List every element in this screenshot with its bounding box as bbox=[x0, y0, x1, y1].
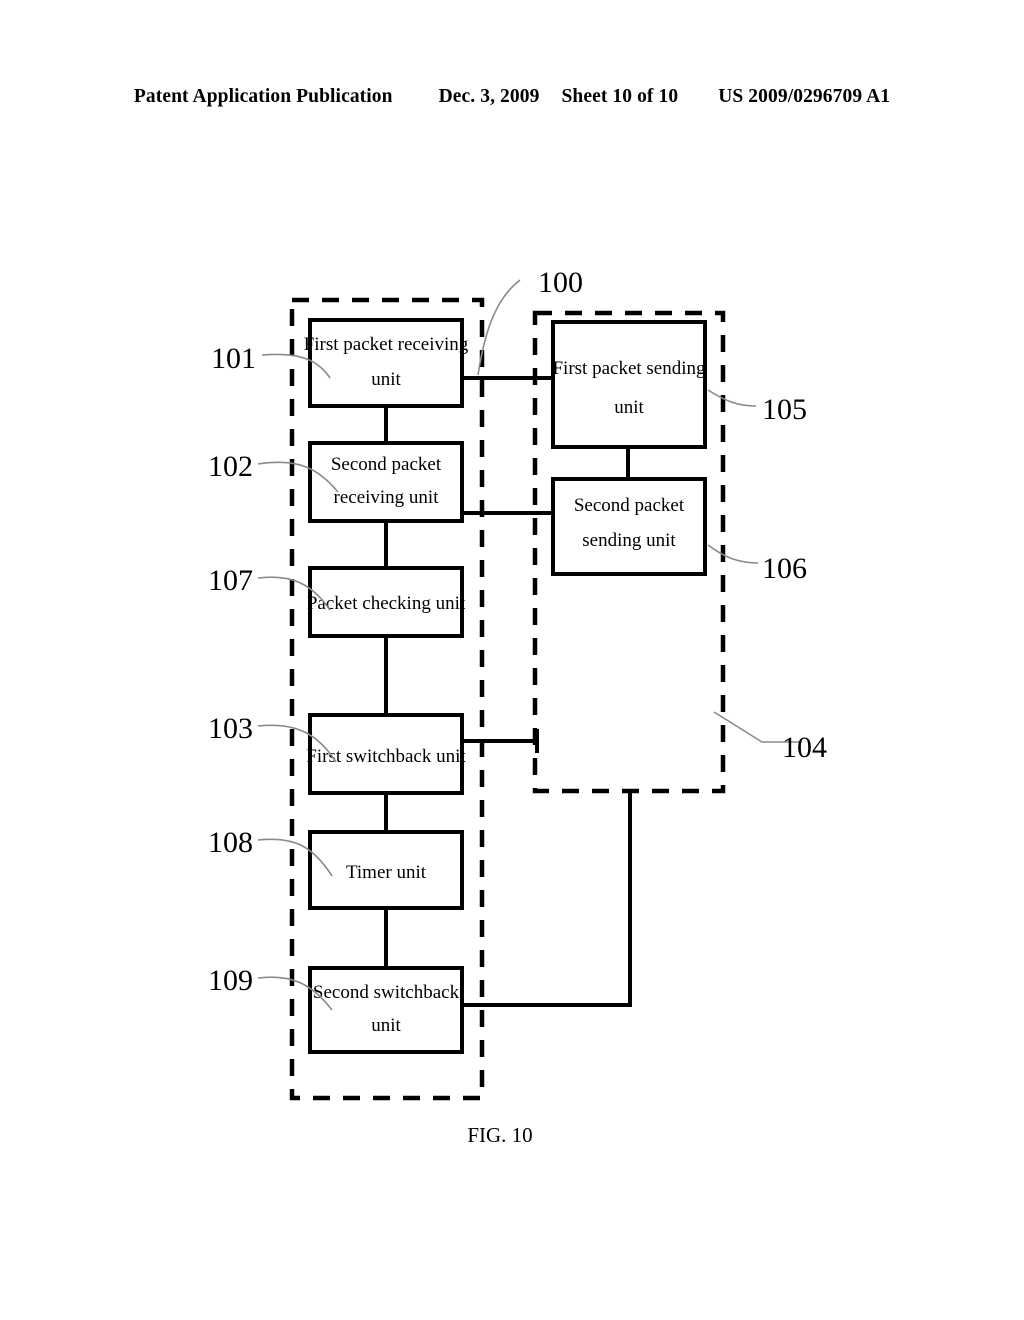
block-box-109 bbox=[308, 966, 464, 1054]
block-diagram: First packet receiving unit Second packe… bbox=[208, 266, 827, 1147]
patent-page: Patent Application Publication Dec. 3, 2… bbox=[0, 0, 1024, 1320]
ref-numeral-103: 103 bbox=[208, 712, 253, 745]
leader-line-106 bbox=[707, 544, 759, 564]
ref-numeral-101: 101 bbox=[211, 342, 256, 375]
block-label-108-line1: Timer unit bbox=[346, 862, 427, 883]
block-second-packet-receiving-unit: Second packet receiving unit bbox=[308, 441, 464, 523]
block-label-107-line1: Packet checking unit bbox=[307, 593, 466, 614]
block-label-101-line1: First packet receiving bbox=[304, 334, 469, 355]
block-box-105 bbox=[551, 320, 707, 449]
ref-numeral-108: 108 bbox=[208, 826, 253, 859]
block-box-106 bbox=[551, 477, 707, 576]
block-timer-unit: Timer unit bbox=[308, 830, 464, 910]
block-label-106-line2: sending unit bbox=[582, 530, 676, 551]
block-second-packet-sending-unit: Second packet sending unit bbox=[551, 477, 707, 576]
block-box-101 bbox=[308, 318, 464, 408]
ref-numeral-107: 107 bbox=[208, 564, 253, 597]
block-first-packet-receiving-unit: First packet receiving unit bbox=[304, 318, 469, 408]
block-label-105-line1: First packet sending bbox=[552, 358, 706, 379]
ref-numeral-105: 105 bbox=[762, 393, 807, 426]
block-label-102-line2: receiving unit bbox=[334, 487, 440, 508]
figure-10: First packet receiving unit Second packe… bbox=[0, 0, 1024, 1320]
block-label-102-line1: Second packet bbox=[331, 454, 442, 475]
block-label-105-line2: unit bbox=[614, 397, 644, 418]
figure-caption: FIG. 10 bbox=[467, 1123, 532, 1147]
ref-numeral-100: 100 bbox=[538, 266, 583, 299]
block-packet-checking-unit: Packet checking unit bbox=[307, 566, 466, 638]
block-label-106-line1: Second packet bbox=[574, 495, 685, 516]
block-second-switchback-unit: Second switchback unit bbox=[308, 966, 464, 1054]
block-label-103-line1: First switchback unit bbox=[306, 746, 466, 767]
connector-109-to-right-group bbox=[462, 791, 632, 1007]
ref-numeral-104: 104 bbox=[782, 731, 827, 764]
leader-line-100 bbox=[477, 279, 521, 376]
ref-numeral-109: 109 bbox=[208, 964, 253, 997]
ref-numeral-106: 106 bbox=[762, 552, 807, 585]
block-label-101-line2: unit bbox=[371, 369, 401, 390]
ref-numeral-102: 102 bbox=[208, 450, 253, 483]
block-label-109-line2: unit bbox=[371, 1015, 401, 1036]
leader-line-105 bbox=[707, 389, 757, 407]
block-first-packet-sending-unit: First packet sending unit bbox=[551, 320, 707, 449]
block-label-109-line1: Second switchback bbox=[313, 982, 460, 1003]
